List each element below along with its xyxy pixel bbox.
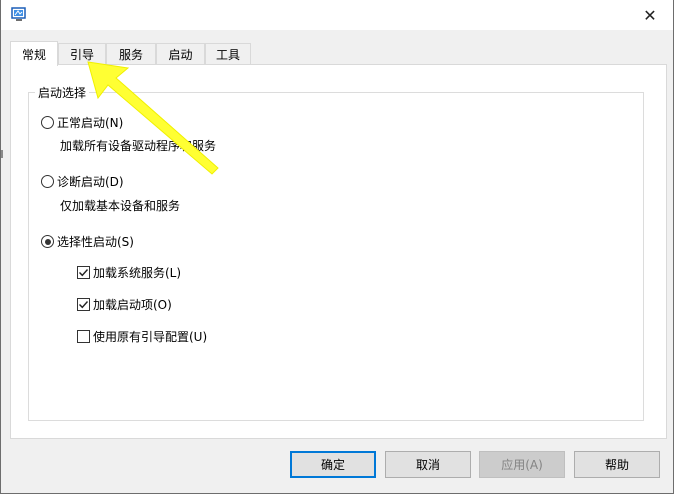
load-startup-items-label: 加载启动项(O) <box>93 298 172 312</box>
apply-button-label: 应用(A) <box>501 458 543 472</box>
selective-startup-radio[interactable]: 选择性启动(S) <box>41 233 134 250</box>
radio-selected-icon <box>41 235 54 248</box>
diagnostic-startup-radio[interactable]: 诊断启动(D) <box>41 173 124 190</box>
cancel-button[interactable]: 取消 <box>385 451 471 478</box>
tab-label: 常规 <box>21 47 46 62</box>
close-icon: ✕ <box>643 5 657 25</box>
use-original-boot-config-checkbox[interactable]: 使用原有引导配置(U) <box>77 328 207 345</box>
ok-button[interactable]: 确定 <box>290 451 376 478</box>
startup-selection-group: 启动选择 正常启动(N) 加载所有设备驱动程序和服务 诊断启动(D) 仅加载基本… <box>28 84 644 421</box>
tab-tools[interactable]: 工具 <box>205 43 251 65</box>
load-startup-items-checkbox[interactable]: 加载启动项(O) <box>77 296 172 313</box>
tab-label: 引导 <box>69 48 94 62</box>
tab-label: 工具 <box>215 48 240 62</box>
use-original-boot-config-label: 使用原有引导配置(U) <box>93 330 208 344</box>
tab-startup[interactable]: 启动 <box>156 43 205 65</box>
radio-unselected-icon <box>41 116 54 129</box>
load-system-services-label: 加载系统服务(L) <box>93 266 182 280</box>
close-button[interactable]: ✕ <box>627 0 673 30</box>
load-system-services-checkbox[interactable]: 加载系统服务(L) <box>77 264 181 281</box>
checkmark-icon <box>77 266 90 279</box>
cancel-button-label: 取消 <box>415 458 440 472</box>
diagnostic-startup-label: 诊断启动(D) <box>57 175 124 189</box>
msconfig-window: ✕ 常规 引导 服务 启动 工具 启动选择 正常启动(N) 加载所有设备驱动程序… <box>0 0 674 494</box>
edge-artifact <box>1 150 3 158</box>
checkmark-icon <box>77 298 90 311</box>
help-button[interactable]: 帮助 <box>574 451 660 478</box>
help-button-label: 帮助 <box>604 458 629 472</box>
tab-services[interactable]: 服务 <box>106 43 156 65</box>
title-bar[interactable]: ✕ <box>1 0 673 30</box>
normal-startup-radio[interactable]: 正常启动(N) <box>41 114 123 131</box>
tab-general[interactable]: 常规 <box>10 41 58 66</box>
tab-boot[interactable]: 引导 <box>58 43 106 65</box>
msconfig-icon <box>11 7 26 21</box>
group-title: 启动选择 <box>35 84 90 101</box>
ok-button-label: 确定 <box>320 458 345 472</box>
diagnostic-startup-desc: 仅加载基本设备和服务 <box>60 199 181 213</box>
normal-startup-desc: 加载所有设备驱动程序和服务 <box>60 139 217 153</box>
apply-button[interactable]: 应用(A) <box>479 451 565 478</box>
tab-label: 服务 <box>118 48 143 62</box>
general-tab-panel: 启动选择 正常启动(N) 加载所有设备驱动程序和服务 诊断启动(D) 仅加载基本… <box>10 64 667 439</box>
tab-label: 启动 <box>168 48 193 62</box>
selective-startup-label: 选择性启动(S) <box>57 235 134 249</box>
checkbox-empty-icon <box>77 330 90 343</box>
radio-unselected-icon <box>41 175 54 188</box>
normal-startup-label: 正常启动(N) <box>57 116 124 130</box>
